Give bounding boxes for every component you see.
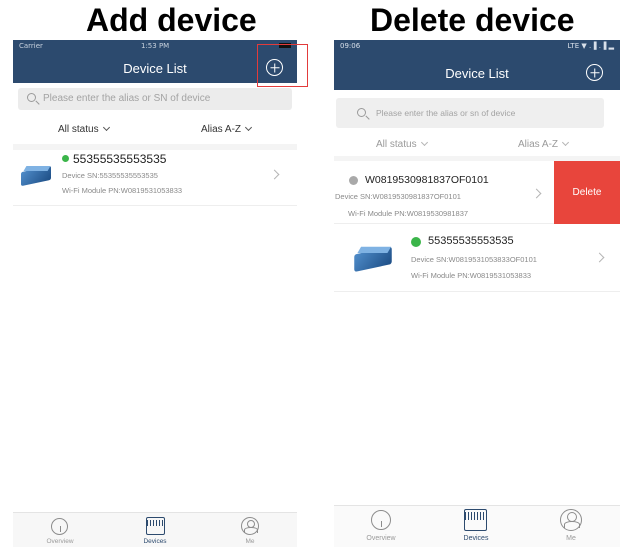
right-filter-status[interactable]: All status (376, 138, 428, 150)
chevron-down-icon (244, 123, 253, 132)
right-device-pn-1: Wi-Fi Module PN:W0819530981837 (348, 209, 469, 218)
inverter-device-image (352, 246, 395, 272)
right-device-row-swiped[interactable]: W0819530981837OF0101 Device SN:W08195309… (334, 161, 620, 224)
caption-add-device: Add device (86, 2, 257, 38)
left-tab-bar: Overview Devices Me (13, 512, 297, 547)
chevron-down-icon (420, 138, 428, 147)
left-page-title: Device List (123, 61, 187, 76)
left-carrier: Carrier (19, 42, 43, 50)
delete-button[interactable]: Delete (554, 161, 620, 224)
user-icon (241, 517, 259, 535)
gauge-icon (371, 510, 391, 530)
add-device-plus-icon[interactable] (586, 64, 603, 81)
right-device-row[interactable]: 55355535553535 Device SN:W0819531053833O… (334, 224, 620, 292)
left-device-row[interactable]: 55355535553535 Device SN:55355535553535 … (13, 150, 297, 206)
left-nav-bar: Device List (13, 52, 297, 83)
devices-icon (146, 517, 165, 535)
right-device-pn-2: Wi-Fi Module PN:W0819531053833 (411, 271, 532, 280)
right-tab-overview-label: Overview (366, 535, 396, 542)
right-search-icon (357, 108, 366, 117)
left-tab-me-label: Me (245, 538, 255, 545)
right-phone-screen: 09:06 LTE ▼ .▐ .▐ ▂ Device List Please e… (334, 40, 620, 547)
chevron-right-icon (531, 188, 542, 199)
right-search-input[interactable]: Please enter the alias or sn of device (336, 98, 604, 128)
left-phone-screen: Carrier 1:53 PM Device List Please enter… (13, 40, 297, 547)
left-status-time: 1:53 PM (141, 42, 170, 50)
offline-status-dot (349, 176, 358, 185)
left-filter-status[interactable]: All status (58, 123, 110, 135)
chevron-down-icon (102, 123, 110, 132)
right-device-sn-2: Device SN:W0819531053833OF0101 (411, 255, 537, 264)
left-tab-overview-label: Overview (46, 538, 74, 545)
user-icon (560, 509, 582, 531)
online-status-dot (411, 237, 421, 247)
right-search-placeholder: Please enter the alias or sn of device (376, 108, 516, 118)
right-page-title: Device List (445, 66, 509, 81)
left-tab-devices[interactable]: Devices (132, 513, 178, 547)
right-device-name-2: 55355535553535 (428, 235, 514, 247)
online-status-dot (62, 155, 69, 162)
left-device-pn: Wi-Fi Module PN:W0819531053833 (62, 186, 183, 195)
left-filter-sort-label: Alias A-Z (201, 124, 242, 135)
devices-icon (464, 509, 487, 531)
left-search-input[interactable]: Please enter the alias or SN of device (18, 88, 292, 110)
caption-delete-device: Delete device (370, 2, 575, 38)
left-device-sn: Device SN:55355535553535 (62, 171, 158, 180)
right-tab-overview[interactable]: Overview (358, 506, 404, 547)
chevron-right-icon (269, 169, 280, 180)
right-filter-sort[interactable]: Alias A-Z (518, 138, 570, 150)
left-search-icon (27, 93, 36, 102)
right-nav-bar: Device List (334, 52, 620, 90)
right-tab-devices[interactable]: Devices (453, 506, 499, 547)
chevron-down-icon (561, 138, 570, 147)
left-device-name: 55355535553535 (73, 152, 167, 166)
gauge-icon (51, 518, 68, 535)
left-filter-sort[interactable]: Alias A-Z (201, 123, 253, 135)
right-status-time: 09:06 (340, 42, 361, 50)
right-filter-status-label: All status (376, 139, 417, 150)
right-device-sn-1: Device SN:W0819530981837OF0101 (335, 192, 461, 201)
highlight-box (257, 44, 308, 87)
inverter-device-image (19, 165, 53, 187)
right-device-name-1: W0819530981837OF0101 (365, 174, 489, 186)
right-status-signal: LTE ▼ .▐ .▐ ▂ (563, 42, 614, 50)
left-filter-status-label: All status (58, 124, 99, 135)
right-status-bar: 09:06 LTE ▼ .▐ .▐ ▂ (334, 40, 620, 52)
left-search-placeholder: Please enter the alias or SN of device (43, 93, 211, 104)
right-tab-devices-label: Devices (463, 535, 489, 542)
left-tab-devices-label: Devices (143, 538, 167, 545)
left-tab-overview[interactable]: Overview (37, 513, 83, 547)
right-filter-sort-label: Alias A-Z (518, 139, 559, 150)
left-tab-me[interactable]: Me (227, 513, 273, 547)
right-tab-me-label: Me (566, 535, 576, 542)
chevron-right-icon (594, 252, 605, 263)
right-tab-bar: Overview Devices Me (334, 505, 620, 547)
right-tab-me[interactable]: Me (548, 506, 594, 547)
left-status-bar: Carrier 1:53 PM (13, 40, 297, 52)
